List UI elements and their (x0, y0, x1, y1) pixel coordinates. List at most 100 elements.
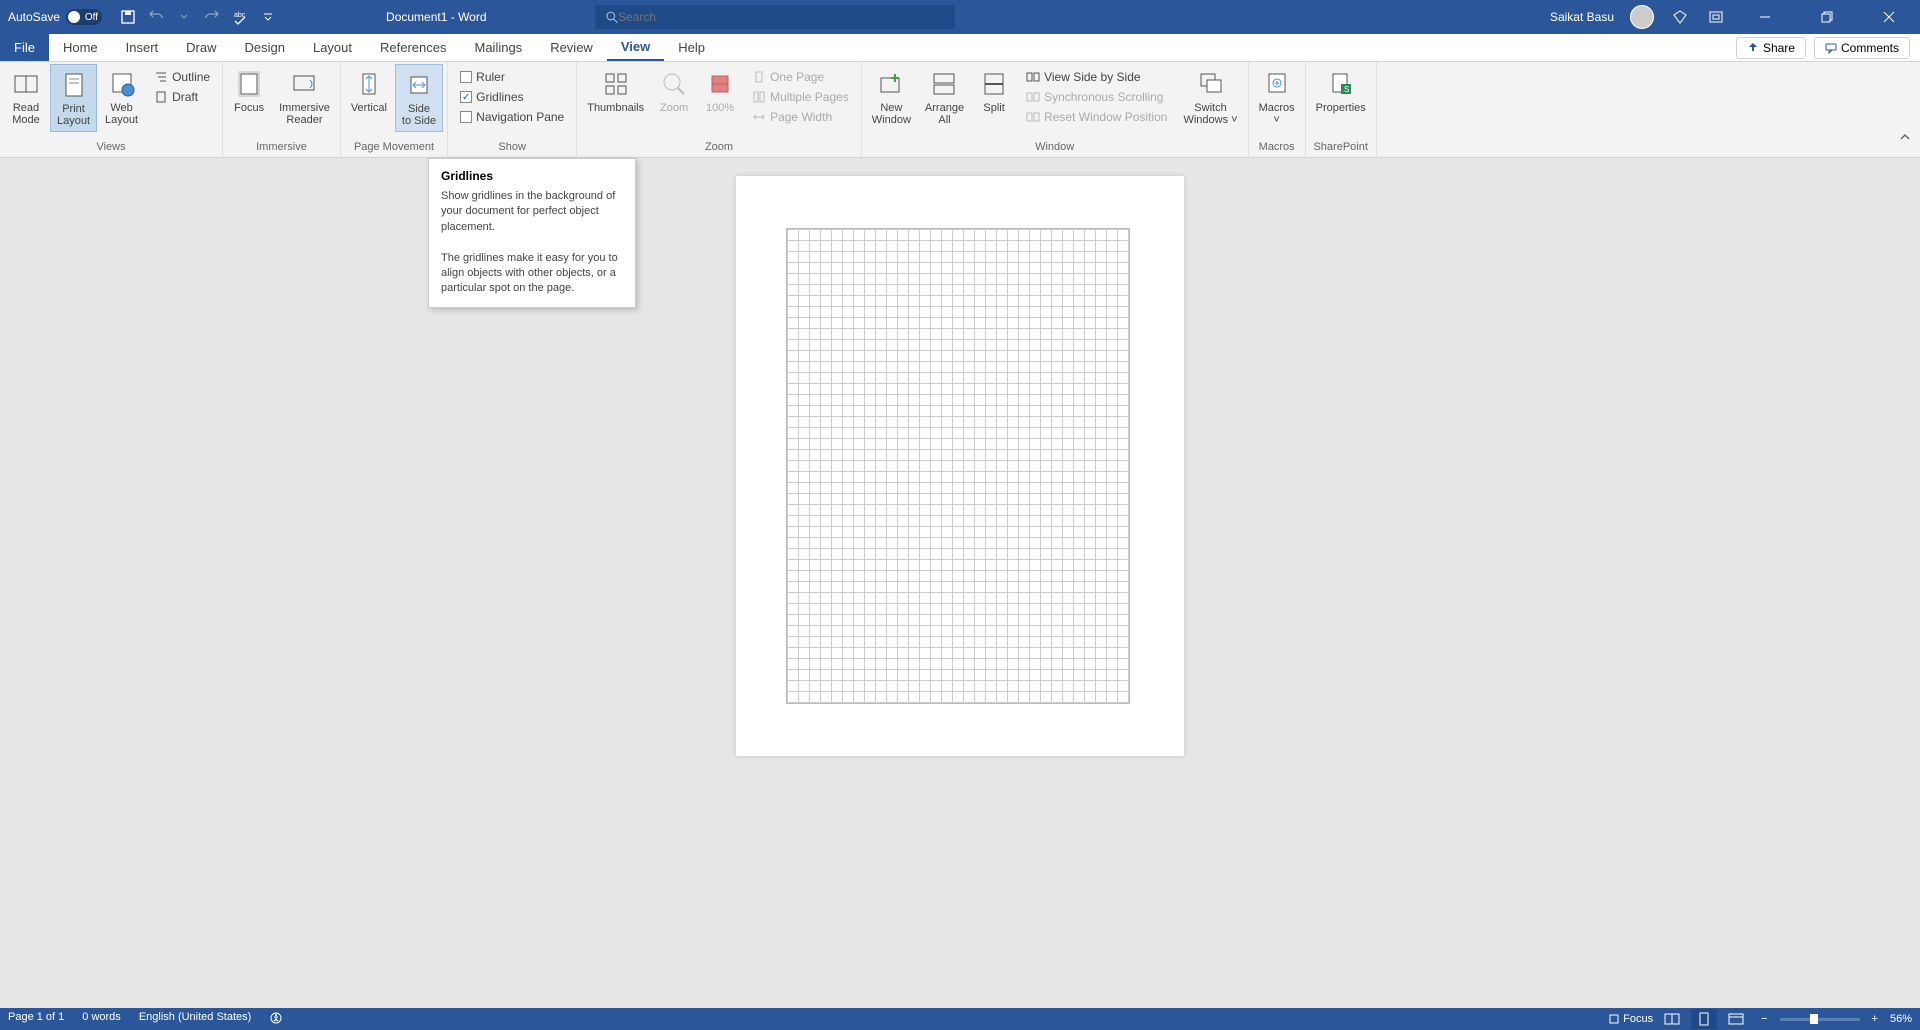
gridlines-area (786, 228, 1130, 704)
reset-window-position-button[interactable]: Reset Window Position (1020, 108, 1173, 126)
group-label-views: Views (4, 139, 218, 155)
tab-mailings[interactable]: Mailings (461, 34, 537, 61)
zoom-slider[interactable] (1780, 1018, 1860, 1021)
vertical-icon (353, 68, 385, 100)
share-button[interactable]: Share (1736, 37, 1806, 59)
tab-review[interactable]: Review (536, 34, 607, 61)
share-icon (1747, 42, 1759, 54)
search-input[interactable] (618, 10, 945, 24)
vertical-button[interactable]: Vertical (345, 64, 393, 118)
tab-references[interactable]: References (366, 34, 460, 61)
hundred-icon (704, 68, 736, 100)
immersive-reader-icon (288, 68, 320, 100)
web-layout-button[interactable]: Web Layout (99, 64, 144, 130)
split-button[interactable]: Split (972, 64, 1016, 118)
read-mode-button[interactable]: Read Mode (4, 64, 48, 130)
zoom-thumb[interactable] (1810, 1014, 1818, 1024)
accessibility-icon[interactable] (269, 1011, 283, 1028)
search-box[interactable] (595, 5, 955, 29)
autosave-control[interactable]: AutoSave Off (0, 9, 110, 25)
thumbnails-icon (600, 68, 632, 100)
tooltip-title: Gridlines (441, 169, 623, 183)
new-window-button[interactable]: New Window (866, 64, 917, 130)
gridlines-checkbox[interactable]: ✓Gridlines (454, 88, 570, 106)
reset-position-icon (1026, 110, 1040, 124)
avatar[interactable] (1630, 5, 1654, 29)
zoom-in-button[interactable]: + (1866, 1013, 1884, 1025)
navigation-pane-checkbox[interactable]: Navigation Pane (454, 108, 570, 126)
svg-text:S: S (1344, 85, 1349, 94)
macros-button[interactable]: Macros˅ (1253, 64, 1301, 130)
one-page-button[interactable]: One Page (746, 68, 855, 86)
group-label-page-movement: Page Movement (345, 139, 443, 155)
group-label-show: Show (452, 139, 572, 155)
zoom-out-button[interactable]: − (1755, 1013, 1773, 1025)
side-to-side-button[interactable]: Side to Side (395, 64, 443, 132)
group-zoom: Thumbnails Zoom 100% One Page Multiple P… (577, 62, 862, 157)
redo-icon[interactable] (202, 7, 222, 27)
ribbon-tabs: File Home Insert Draw Design Layout Refe… (0, 34, 1920, 62)
statusbar: Page 1 of 1 0 words English (United Stat… (0, 1008, 1920, 1030)
draft-icon (154, 90, 168, 104)
tab-home[interactable]: Home (49, 34, 112, 61)
print-layout-button[interactable]: Print Layout (50, 64, 97, 132)
view-side-by-side-button[interactable]: View Side by Side (1020, 68, 1173, 86)
read-mode-icon (10, 68, 42, 100)
draft-button[interactable]: Draft (148, 88, 216, 106)
ruler-checkbox[interactable]: Ruler (454, 68, 570, 86)
outline-button[interactable]: Outline (148, 68, 216, 86)
page-width-button[interactable]: Page Width (746, 108, 855, 126)
thumbnails-button[interactable]: Thumbnails (581, 64, 650, 118)
synchronous-scrolling-button[interactable]: Synchronous Scrolling (1020, 88, 1173, 106)
group-sharepoint: SProperties SharePoint (1306, 62, 1377, 157)
status-language[interactable]: English (United States) (139, 1011, 252, 1028)
status-zoom-percent[interactable]: 56% (1890, 1013, 1912, 1025)
view-read-mode-icon[interactable] (1659, 1009, 1685, 1029)
tab-layout[interactable]: Layout (299, 34, 366, 61)
view-print-layout-icon[interactable] (1691, 1009, 1717, 1029)
autosave-label: AutoSave (8, 10, 60, 24)
tab-help[interactable]: Help (664, 34, 719, 61)
hundred-percent-button[interactable]: 100% (698, 64, 742, 118)
focus-icon (233, 68, 265, 100)
arrange-all-button[interactable]: Arrange All (919, 64, 970, 130)
tab-file[interactable]: File (0, 34, 49, 61)
restore-button[interactable] (1804, 0, 1850, 34)
autosave-toggle[interactable]: Off (66, 9, 102, 25)
switch-windows-button[interactable]: Switch Windows ˅ (1177, 64, 1243, 130)
immersive-reader-button[interactable]: Immersive Reader (273, 64, 336, 130)
tab-view[interactable]: View (607, 34, 664, 61)
tab-design[interactable]: Design (231, 34, 299, 61)
split-icon (978, 68, 1010, 100)
view-web-layout-icon[interactable] (1723, 1009, 1749, 1029)
group-views: Read Mode Print Layout Web Layout Outlin… (0, 62, 223, 157)
tab-draw[interactable]: Draw (172, 34, 230, 61)
save-icon[interactable] (118, 7, 138, 27)
group-page-movement: Vertical Side to Side Page Movement (341, 62, 448, 157)
focus-button[interactable]: Focus (227, 64, 271, 118)
properties-button[interactable]: SProperties (1310, 64, 1372, 118)
user-name[interactable]: Saikat Basu (1550, 10, 1614, 24)
document-page[interactable] (736, 176, 1184, 756)
group-show: Ruler ✓Gridlines Navigation Pane Show (448, 62, 577, 157)
zoom-button[interactable]: Zoom (652, 64, 696, 118)
qat-customize-icon[interactable] (258, 7, 278, 27)
close-button[interactable] (1866, 0, 1912, 34)
group-window: New Window Arrange All Split View Side b… (862, 62, 1249, 157)
spellcheck-icon[interactable]: abc (230, 7, 250, 27)
status-focus[interactable]: Focus (1608, 1013, 1653, 1025)
minimize-button[interactable] (1742, 0, 1788, 34)
collapse-ribbon-icon[interactable] (1890, 122, 1920, 157)
app-mode-icon[interactable] (1706, 7, 1726, 27)
multiple-pages-button[interactable]: Multiple Pages (746, 88, 855, 106)
status-page[interactable]: Page 1 of 1 (8, 1011, 64, 1028)
comments-button[interactable]: Comments (1814, 37, 1910, 59)
side-to-side-icon (403, 69, 435, 101)
undo-icon[interactable] (146, 7, 166, 27)
document-canvas[interactable] (0, 158, 1920, 1008)
status-words[interactable]: 0 words (82, 1011, 121, 1028)
undo-dropdown-icon[interactable] (174, 7, 194, 27)
tooltip-gridlines: Gridlines Show gridlines in the backgrou… (428, 158, 636, 308)
diamond-icon[interactable] (1670, 7, 1690, 27)
tab-insert[interactable]: Insert (112, 34, 173, 61)
